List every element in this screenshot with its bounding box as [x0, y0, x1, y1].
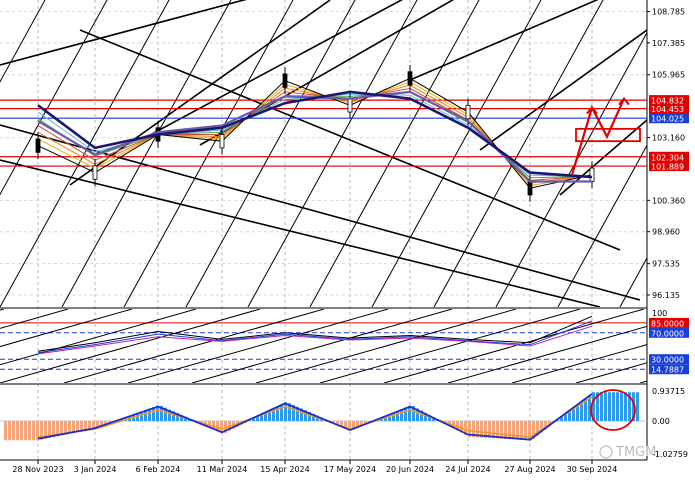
macd-hist-bar: [28, 421, 31, 440]
y-tick-label: 98.960: [652, 228, 680, 237]
price-level-tag-label: 102.304: [651, 153, 684, 162]
y-tick-label: 97.535: [652, 260, 680, 269]
macd-hist-bar: [636, 392, 639, 421]
osc-level-tag-label: 85.0000: [651, 319, 684, 328]
macd-hist-bar: [508, 421, 511, 439]
price-level-tag-label: 104.453: [651, 105, 684, 114]
macd-hist-bar: [88, 421, 91, 429]
x-tick-label: 17 May 2024: [324, 465, 376, 474]
y-tick-label: 103.160: [652, 134, 685, 143]
osc-level-tag-label: 14.7887: [651, 366, 684, 375]
macd-hist-bar: [504, 421, 507, 439]
y-tick-label: 105.965: [652, 71, 685, 80]
osc-level-tag-label: 30.0000: [651, 356, 684, 365]
price-candle-body: [348, 99, 352, 112]
price-candle-body: [528, 182, 532, 195]
price-level-tag-label: 104.025: [651, 115, 684, 124]
x-tick-label: 20 Jun 2024: [386, 465, 434, 474]
macd-hist-bar: [84, 421, 87, 430]
macd-hist-bar: [616, 392, 619, 421]
price-candle-body: [590, 168, 594, 181]
macd-hist-bar: [12, 421, 15, 440]
macd-tick-label: 0.00: [652, 417, 670, 426]
y-tick-label: 96.135: [652, 291, 680, 300]
x-tick-label: 11 Mar 2024: [197, 465, 248, 474]
macd-hist-bar: [284, 402, 287, 421]
x-tick-label: 30 Sep 2024: [567, 465, 618, 474]
chart-root: TMGM108.785107.385105.965104.832104.4531…: [0, 0, 695, 480]
macd-hist-bar: [92, 421, 95, 428]
macd-hist-bar: [76, 421, 79, 432]
macd-hist-bar: [32, 421, 35, 440]
x-tick-label: 27 Aug 2024: [504, 465, 555, 474]
macd-hist-bar: [620, 392, 623, 421]
macd-hist-bar: [516, 421, 519, 440]
macd-hist-bar: [68, 421, 71, 433]
price-candle-body: [93, 166, 97, 179]
x-tick-label: 3 Jan 2024: [74, 465, 117, 474]
macd-hist-bar: [608, 392, 611, 421]
price-candle-body: [466, 105, 470, 118]
watermark-text: TMGM: [615, 445, 656, 460]
macd-hist-bar: [20, 421, 23, 440]
price-candle-body: [220, 134, 224, 147]
macd-hist-bar: [624, 392, 627, 421]
macd-tick-label: -1.02759: [652, 450, 688, 459]
price-level-tag-label: 101.889: [651, 163, 684, 172]
macd-hist-bar: [8, 421, 11, 440]
macd-hist-bar: [24, 421, 27, 440]
price-candle-body: [36, 139, 40, 152]
y-tick-label: 100.360: [652, 196, 685, 205]
y-tick-label: 108.785: [652, 8, 685, 17]
macd-hist-bar: [496, 421, 499, 438]
macd-hist-bar: [80, 421, 83, 431]
macd-hist-bar: [500, 421, 503, 439]
macd-hist-bar: [16, 421, 19, 440]
macd-hist-bar: [512, 421, 515, 439]
x-tick-label: 6 Feb 2024: [136, 465, 181, 474]
chart-svg: TMGM108.785107.385105.965104.832104.4531…: [0, 0, 695, 480]
macd-hist-bar: [4, 421, 7, 440]
x-tick-label: 28 Nov 2023: [12, 465, 63, 474]
price-candle-body: [283, 74, 287, 87]
macd-hist-bar: [604, 392, 607, 421]
osc-level-tag-label: 70.0000: [651, 329, 684, 338]
macd-hist-bar: [612, 392, 615, 421]
osc-tick-label: 100: [652, 309, 667, 318]
x-tick-label: 24 Jul 2024: [445, 465, 490, 474]
macd-hist-bar: [600, 392, 603, 421]
macd-tick-label: 0.93715: [652, 387, 685, 396]
price-candle-body: [408, 72, 412, 85]
y-tick-label: 107.385: [652, 39, 685, 48]
x-tick-label: 15 Apr 2024: [260, 465, 309, 474]
macd-hist-bar: [72, 421, 75, 433]
